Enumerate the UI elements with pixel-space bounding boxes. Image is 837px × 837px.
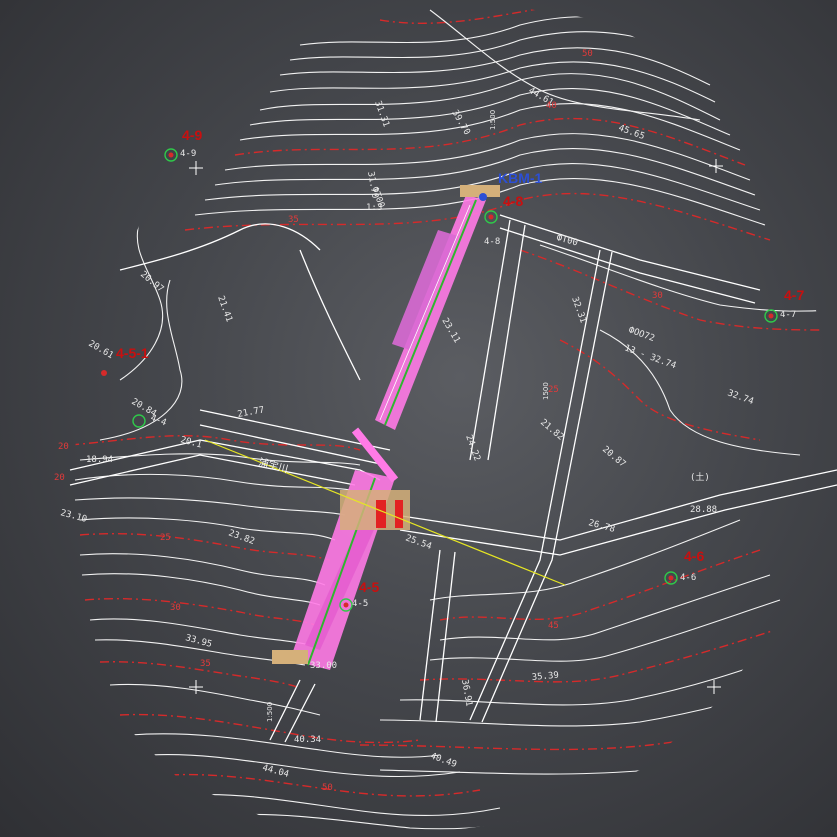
point-sub-label: 4-9 xyxy=(180,149,196,159)
annotation: 1:500 xyxy=(266,702,274,722)
marker-4-5-1[interactable] xyxy=(101,370,107,376)
index-value: 35 xyxy=(200,659,211,669)
index-value: 50 xyxy=(322,783,333,793)
elevation-label: 24.22 xyxy=(463,434,482,463)
index-value: 20 xyxy=(58,442,69,452)
elevation-label: 36.91 xyxy=(459,679,474,707)
elevation-label: 20.87 xyxy=(600,445,627,470)
control-point-labels: 4-9 4-9 4-8 4-8 4-7 4-7 4-5-1 4-5 4-5 4-… xyxy=(116,127,804,609)
elevation-label: 20.1 xyxy=(179,435,203,450)
point-sub-label: 4-7 xyxy=(780,310,796,320)
index-value: 25 xyxy=(160,533,171,543)
elevation-label: 21.41 xyxy=(215,295,234,324)
river-label: 浦宇川 xyxy=(257,455,289,475)
annotation: 1:500 xyxy=(489,110,497,130)
pipeline-structure xyxy=(272,185,500,670)
elevation-label: 40.34 xyxy=(294,735,321,745)
index-value: 20 xyxy=(54,473,65,483)
topographic-drawing[interactable]: 31.31 39.70 44.61 45.65 31.70 20.97 21.4… xyxy=(0,0,837,837)
marker-kbm-1[interactable] xyxy=(479,193,487,201)
elevation-label: 13 - 32.74 xyxy=(623,343,677,371)
elevation-label: 21.82 xyxy=(538,418,565,443)
marker-4-6[interactable] xyxy=(664,571,678,585)
point-sub-label: 4-5 xyxy=(352,599,368,609)
elevation-label: 20.61 xyxy=(87,339,115,361)
point-label-4-9: 4-9 xyxy=(182,127,202,143)
index-value: 45 xyxy=(548,621,559,631)
annotation: 1500 xyxy=(542,382,550,400)
elevation-label: 21.77 xyxy=(237,405,265,420)
index-value: 50 xyxy=(582,49,593,59)
elevation-label: 23.11 xyxy=(439,317,461,345)
point-label-4-7: 4-7 xyxy=(784,287,804,303)
point-label-4-8: 4-8 xyxy=(503,193,523,209)
elevation-label: 18.94 xyxy=(86,455,113,465)
annotation: ФОО72 xyxy=(627,325,656,344)
elevation-label: 25.54 xyxy=(404,533,433,552)
elevation-label: 39.70 xyxy=(449,109,471,137)
elevation-label: 20.97 xyxy=(138,270,165,295)
marker-4-8[interactable] xyxy=(484,210,498,224)
elevation-label: 32.74 xyxy=(726,388,755,407)
point-sub-label: 4-8 xyxy=(484,237,500,247)
elevation-label: 32.31 xyxy=(569,296,588,325)
benchmark-label: KBM-1 xyxy=(498,170,543,186)
cad-viewport[interactable]: 31.31 39.70 44.61 45.65 31.70 20.97 21.4… xyxy=(0,0,837,837)
elevation-label: 35.39 xyxy=(531,671,559,683)
point-label-4-5-1: 4-5-1 xyxy=(116,345,149,361)
marker-4-9[interactable] xyxy=(164,148,178,162)
marker-4-4[interactable] xyxy=(132,414,146,428)
annotation: (土) xyxy=(690,471,710,483)
index-value: 35 xyxy=(288,215,299,225)
index-value: 40 xyxy=(546,101,557,111)
elevation-label: 23.10 xyxy=(59,508,88,525)
elevation-label: 40.49 xyxy=(429,751,458,770)
point-sub-label: 4-4 xyxy=(149,413,168,428)
road-layer xyxy=(69,214,837,743)
point-sub-label: 4-6 xyxy=(680,573,696,583)
marker-4-7[interactable] xyxy=(764,309,778,323)
index-value: 30 xyxy=(170,603,181,613)
elevation-label: 33.00 xyxy=(310,661,337,671)
elevation-label: 28.88 xyxy=(690,505,717,515)
point-label-4-6: 4-6 xyxy=(684,548,704,564)
elevation-label: 23.82 xyxy=(227,528,256,547)
point-label-4-5: 4-5 xyxy=(359,579,379,595)
elevation-label: 26.78 xyxy=(587,518,616,535)
index-value: 30 xyxy=(652,291,663,301)
elevation-labels: 31.31 39.70 44.61 45.65 31.70 20.97 21.4… xyxy=(59,86,755,780)
